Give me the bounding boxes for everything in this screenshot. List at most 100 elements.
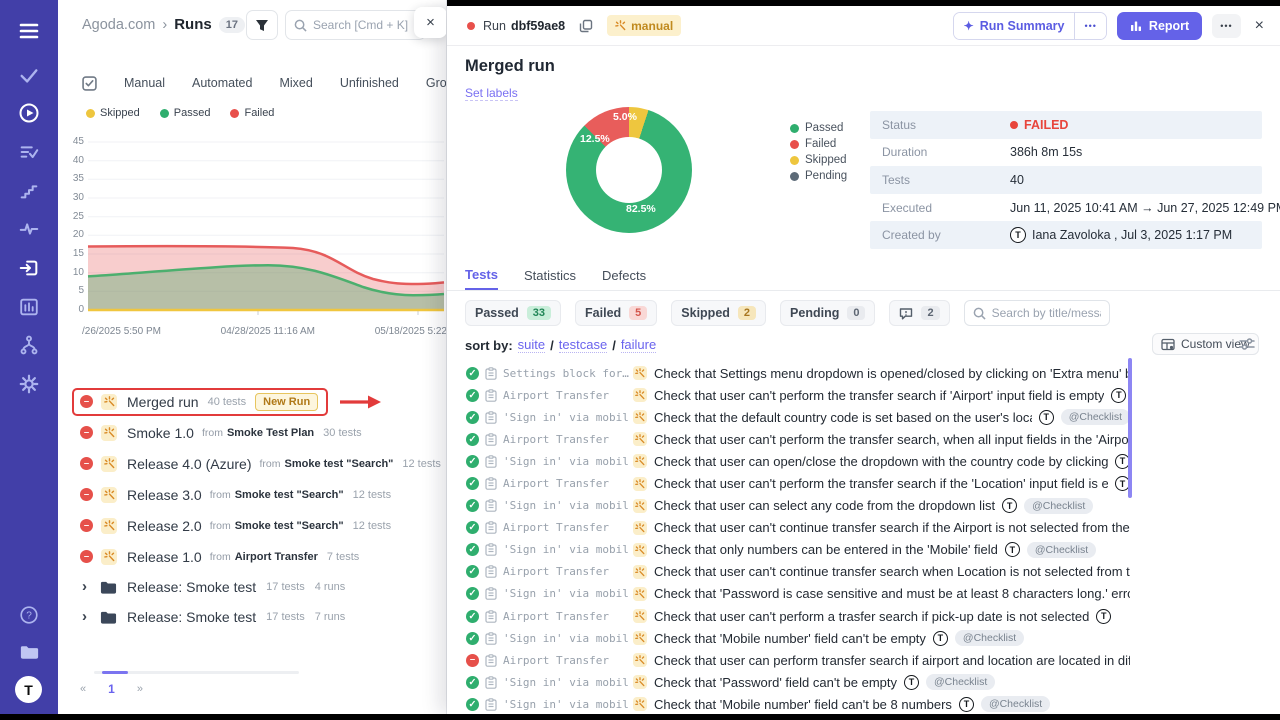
activity-pulse-icon[interactable] [0,214,58,244]
run-from-label: from [210,489,231,501]
test-title: Check that Settings menu dropdown is ope… [654,366,1130,381]
test-row[interactable]: Airport Transfer Check that user can't p… [466,605,1130,627]
status-filter-chip[interactable]: Failed 5 [575,300,657,326]
run-label: Run [483,19,506,33]
status-filter-chip[interactable]: Skipped 2 [671,300,766,326]
manual-badge-label: manual [631,19,673,33]
close-run-detail-button[interactable]: × [1255,17,1264,35]
breadcrumb-separator: › [162,17,167,33]
test-row[interactable]: Airport Transfer Check that user can't p… [466,384,1130,406]
info-label: Duration [870,145,1010,159]
more-actions-button[interactable]: ••• [1212,14,1240,38]
runs-search[interactable] [285,10,426,40]
set-labels-link[interactable]: Set labels [465,86,518,101]
view-settings-sliders-icon[interactable] [1239,337,1255,351]
filter-count-badge: 5 [629,306,647,320]
filter-button[interactable] [246,10,278,40]
test-suite-name: Airport Transfer [503,521,629,534]
run-detail-tab[interactable]: Statistics [524,267,576,290]
legend-label: Passed [174,107,211,119]
test-list-scrollbar[interactable] [1128,358,1132,498]
comments-filter-chip[interactable]: 2 [889,300,949,326]
test-row[interactable]: Airport Transfer Check that user can't c… [466,517,1130,539]
run-folder-item[interactable]: › Release: Smoke test 17 tests 7 runs [72,602,442,632]
menu-icon[interactable] [0,16,58,46]
chevron-right-icon[interactable]: › [82,608,87,625]
run-detail-tab[interactable]: Tests [465,267,498,290]
test-row[interactable]: Airport Transfer Check that user can't p… [466,472,1130,494]
test-row[interactable]: 'Sign in' via mobile Check that user can… [466,450,1130,472]
manual-test-icon [633,366,647,380]
status-filter-chip[interactable]: Pending 0 [780,300,875,326]
legend-dot [790,140,799,149]
runs-filter-tab[interactable]: Groups [426,76,447,90]
branch-icon[interactable] [0,330,58,360]
test-row[interactable]: 'Sign in' via mobile Check that 'Mobile … [466,693,1130,714]
runs-filter-tab[interactable]: Automated [192,76,252,90]
milestones-steps-icon[interactable] [0,176,58,206]
legend-dot [790,124,799,133]
run-folder-item[interactable]: › Release: Smoke test 17 tests 4 runs [72,572,442,602]
test-row[interactable]: 'Sign in' via mobile Check that 'Mobile … [466,627,1130,649]
test-row[interactable]: Settings block for… Check that Settings … [466,362,1130,384]
test-row[interactable]: 'Sign in' via mobile Check that the defa… [466,406,1130,428]
run-summary-more-button[interactable]: ••• [1074,13,1105,39]
donut-legend-item: Failed [790,136,847,152]
test-runs-play-icon[interactable] [0,98,58,128]
clipboard-icon [485,389,497,402]
test-row[interactable]: 'Sign in' via mobile Check that 'Passwor… [466,671,1130,693]
pagination-page-1[interactable]: 1 [108,682,115,696]
status-filter-chip[interactable]: Passed 33 [465,300,561,326]
runs-filter-tab[interactable]: Unfinished [340,76,399,90]
reports-bar-chart-icon[interactable] [0,292,58,322]
runs-horizontal-scrollbar[interactable] [94,671,299,674]
runs-search-input[interactable] [313,18,417,32]
copy-run-id-button[interactable] [579,19,593,33]
clipboard-icon [485,676,497,689]
run-list-item[interactable]: Release 1.0 from Airport Transfer 7 test… [72,541,442,572]
run-list-item[interactable]: Smoke 1.0 from Smoke Test Plan 30 tests [72,417,442,448]
test-row[interactable]: 'Sign in' via mobile Check that only num… [466,539,1130,561]
run-list-item[interactable]: Release 2.0 from Smoke test "Search" 12 … [72,510,442,541]
legend-dot [790,172,799,181]
settings-gear-icon[interactable] [0,369,58,399]
donut-legend-item: Passed [790,120,847,136]
filter-label: Pending [790,306,839,320]
test-row[interactable]: Airport Transfer Check that user can't p… [466,428,1130,450]
runs-filter-tab[interactable]: Manual [124,76,165,90]
requirements-box-arrow-icon[interactable] [0,253,58,283]
user-avatar[interactable]: T [15,676,42,703]
run-detail-tab[interactable]: Defects [602,267,646,290]
run-list-item[interactable]: Merged run 40 tests New Run [72,386,442,417]
breadcrumb-project[interactable]: Agoda.com [82,17,155,33]
run-list-item[interactable]: Release 3.0 from Smoke test "Search" 12 … [72,479,442,510]
test-row[interactable]: 'Sign in' via mobile Check that user can… [466,495,1130,517]
scrollbar-thumb[interactable] [102,671,128,674]
chevron-right-icon[interactable]: › [82,578,87,595]
test-search-input[interactable] [992,306,1101,320]
help-icon[interactable]: ? [0,600,58,630]
runs-filter-tab[interactable]: Mixed [279,76,312,90]
test-suite-name: 'Sign in' via mobile [503,455,629,468]
run-failed-status-icon [80,457,93,470]
test-search[interactable] [964,300,1110,326]
sort-by-testcase-link[interactable]: testcase [559,337,607,353]
test-row[interactable]: 'Sign in' via mobile Check that 'Passwor… [466,583,1130,605]
pagination-next-button[interactable]: » [137,683,143,695]
sort-by-suite-link[interactable]: suite [518,337,545,353]
run-list-item[interactable]: Release 4.0 (Azure) from Smoke test "Sea… [72,448,442,479]
test-cases-check-icon[interactable] [0,60,58,90]
library-folder-icon[interactable] [0,636,58,666]
sort-by-failure-link[interactable]: failure [621,337,656,353]
legend-item: Passed [160,107,211,119]
sort-label: sort by: [465,338,513,353]
run-summary-button[interactable]: ✦ Run Summary [954,13,1075,39]
report-button[interactable]: Report [1117,12,1202,40]
select-runs-icon[interactable] [82,76,97,91]
test-row[interactable]: Airport Transfer Check that user can't c… [466,561,1130,583]
list-check-icon[interactable] [0,137,58,167]
pagination-prev-button[interactable]: « [80,683,86,695]
test-row[interactable]: Airport Transfer Check that user can per… [466,649,1130,671]
close-left-panel-button[interactable]: × [414,7,447,38]
report-label: Report [1149,19,1189,33]
